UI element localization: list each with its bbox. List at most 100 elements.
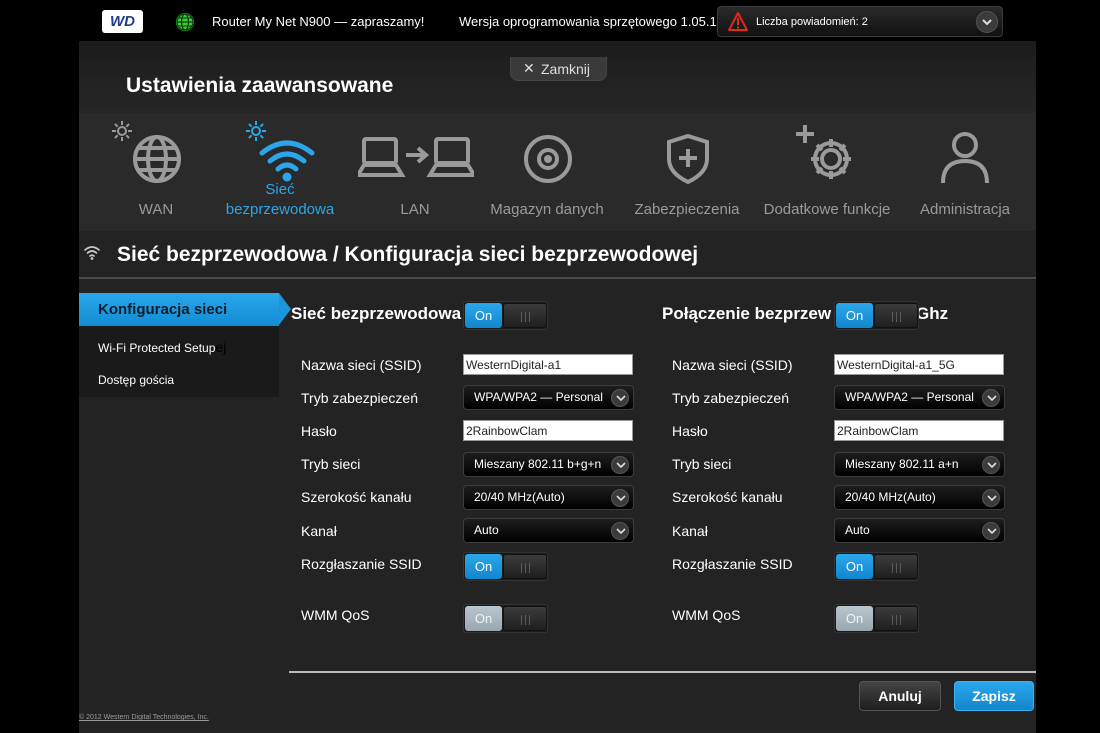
notifications-count: Liczba powiadomień: 2 [756, 16, 868, 28]
select-value: Auto [474, 523, 499, 537]
toggle-on-label: On [465, 303, 502, 328]
category-wan[interactable]: WAN [101, 113, 211, 231]
ssid-label: Nazwa sieci (SSID) [672, 357, 793, 373]
wireless-5ghz-section: Połączenie bezprzew Ghz On Nazwa sieci (S… [662, 293, 1005, 673]
ssid-input[interactable] [463, 354, 633, 375]
chevron-down-icon[interactable] [976, 11, 998, 33]
globe-icon [133, 135, 181, 183]
category-label: Zabezpieczenia [634, 201, 740, 218]
firmware-version: Wersja oprogramowania sprzętowego 1.05.1… [459, 14, 724, 29]
select-value: Mieszany 802.11 a+n [845, 457, 959, 471]
wmm-qos-toggle[interactable]: On [463, 604, 548, 633]
chevron-down-icon [611, 489, 629, 507]
wireless-5ghz-toggle[interactable]: On [834, 301, 919, 330]
category-storage[interactable]: Magazyn danych [487, 113, 607, 231]
category-wireless[interactable]: Sieć bezprzewodowa [220, 113, 340, 231]
toggle-knob [874, 554, 918, 579]
category-lan[interactable]: LAN [354, 113, 476, 231]
sidebar-item-label: Dostęp gościa [98, 373, 175, 387]
ssid-broadcast-toggle[interactable]: On [463, 552, 548, 581]
channel-label: Kanał [301, 523, 337, 539]
select-value: WPA/WPA2 — Personal [474, 390, 603, 404]
channel-width-5g-select[interactable]: 20/40 MHz(Auto) [834, 485, 1005, 510]
wireless-24ghz-section: Sieć bezprzewodowa On Nazwa sieci (SSID)… [291, 293, 634, 673]
channel-width-label: Szerokość kanału [301, 489, 412, 505]
sidebar-item-label: Konfiguracja sieci [98, 301, 228, 318]
chevron-down-icon [982, 522, 1000, 540]
network-mode-select[interactable]: Mieszany 802.11 b+g+n [463, 452, 634, 477]
category-label: Administracja [919, 201, 1011, 218]
category-security[interactable]: Zabezpieczenia [627, 113, 747, 231]
section-title: Sieć bezprzewodowa / Konfiguracja sieci … [117, 243, 699, 266]
wd-logo: WD [102, 10, 143, 33]
router-name: Router My Net N900 — zapraszamy! [212, 14, 425, 29]
toggle-knob [874, 606, 918, 631]
category-additional-features[interactable]: Dodatkowe funkcje [757, 113, 897, 231]
toggle-knob [874, 303, 918, 328]
channel-width-select[interactable]: 20/40 MHz(Auto) [463, 485, 634, 510]
close-label: Zamknij [541, 61, 591, 77]
toggle-on-label: On [465, 554, 502, 579]
chevron-down-icon [611, 522, 629, 540]
sidebar-item-label: Wi-Fi Protected Setupej [98, 339, 227, 355]
toggle-on-label: On [836, 554, 873, 579]
category-label: WAN [138, 201, 174, 218]
wmm-qos-label: WMM QoS [672, 607, 741, 623]
sidebar-item-network-config[interactable]: Konfiguracja sieci [79, 293, 291, 326]
category-label: bezprzewodowa [225, 201, 335, 218]
security-mode-5g-select[interactable]: WPA/WPA2 — Personal [834, 385, 1005, 410]
wifi-small-icon [84, 246, 100, 260]
password-label: Hasło [301, 423, 337, 439]
toggle-knob [503, 303, 547, 328]
security-mode-label: Tryb zabezpieczeń [672, 390, 789, 406]
globe-status-icon [176, 13, 194, 31]
sidebar: Konfiguracja sieci Wi-Fi Protected Setup… [79, 293, 291, 397]
sidebar-item-guest-access[interactable]: Dostęp gościa [79, 371, 279, 391]
shield-icon [667, 133, 709, 185]
ssid-5g-input[interactable] [834, 354, 1004, 375]
user-icon [941, 132, 989, 184]
content-divider [289, 671, 1036, 673]
section-heading: Sieć bezprzewodowa [291, 304, 462, 323]
wifi-icon [259, 140, 315, 182]
wmm-qos-5g-toggle[interactable]: On [834, 604, 919, 633]
close-icon: ✕ [523, 60, 535, 76]
chevron-down-icon [982, 389, 1000, 407]
password-5g-input[interactable] [834, 420, 1004, 441]
warning-icon [728, 12, 748, 31]
channel-label: Kanał [672, 523, 708, 539]
top-bar: WD Router My Net N900 — zapraszamy! Wers… [0, 0, 1100, 44]
security-mode-label: Tryb zabezpieczeń [301, 390, 418, 406]
network-mode-label: Tryb sieci [301, 456, 361, 472]
category-administration[interactable]: Administracja [907, 113, 1023, 231]
chevron-down-icon [611, 456, 629, 474]
chevron-down-icon [611, 389, 629, 407]
network-mode-label: Tryb sieci [672, 456, 732, 472]
channel-5g-select[interactable]: Auto [834, 518, 1005, 543]
toggle-on-label: On [836, 303, 873, 328]
chevron-down-icon [982, 456, 1000, 474]
toggle-knob [503, 606, 547, 631]
category-label: Dodatkowe funkcje [763, 201, 891, 218]
save-button[interactable]: Zapisz [954, 681, 1034, 711]
panel-title: Ustawienia zaawansowane [126, 74, 394, 97]
password-label: Hasło [672, 423, 708, 439]
select-value: 20/40 MHz(Auto) [845, 490, 936, 504]
notifications-dropdown[interactable]: Liczba powiadomień: 2 [717, 6, 1003, 37]
cancel-button[interactable]: Anuluj [859, 681, 941, 711]
copyright-link[interactable]: © 2012 Western Digital Technologies, Inc… [79, 714, 209, 721]
wireless-toggle[interactable]: On [463, 301, 548, 330]
select-value: Auto [845, 523, 870, 537]
security-mode-select[interactable]: WPA/WPA2 — Personal [463, 385, 634, 410]
ssid-broadcast-label: Rozgłaszanie SSID [301, 556, 422, 572]
lan-icon [358, 137, 474, 177]
category-nav: WAN Sieć bezprzewodowa LAN Magazyn danyc… [79, 113, 1036, 231]
network-mode-5g-select[interactable]: Mieszany 802.11 a+n [834, 452, 1005, 477]
password-input[interactable] [463, 420, 633, 441]
close-button[interactable]: ✕ Zamknij [510, 57, 607, 81]
channel-select[interactable]: Auto [463, 518, 634, 543]
ssid-broadcast-5g-toggle[interactable]: On [834, 552, 919, 581]
section-heading: Połączenie bezprzew Ghz [662, 304, 949, 323]
sidebar-item-wps[interactable]: Wi-Fi Protected Setupej [79, 337, 279, 357]
category-label: LAN [400, 201, 430, 218]
